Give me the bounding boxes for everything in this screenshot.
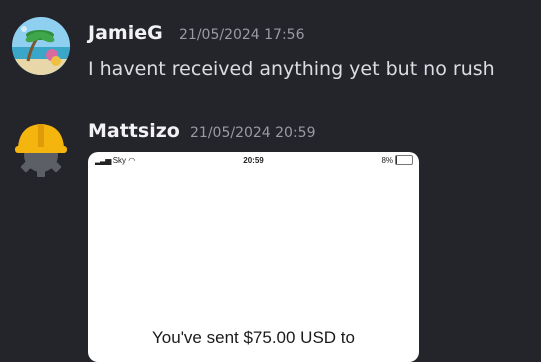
- battery-icon: [395, 155, 413, 165]
- message-text: I havent received anything yet but no ru…: [88, 58, 495, 80]
- avatar-mattsizo[interactable]: [12, 117, 70, 177]
- username[interactable]: Mattsizo: [88, 120, 180, 142]
- status-time: 20:59: [243, 156, 264, 165]
- screenshot-attachment[interactable]: ▂▃▅ Sky ◠ 20:59 8% You've sent $75.00 US…: [88, 152, 419, 362]
- avatar-jamieg[interactable]: [12, 17, 70, 75]
- battery-percent: 8%: [381, 156, 393, 165]
- tropical-beach-avatar-image: [12, 17, 70, 75]
- payment-sent-text: You've sent $75.00 USD to: [152, 328, 355, 347]
- timestamp: 21/05/2024 17:56: [179, 27, 305, 43]
- timestamp: 21/05/2024 20:59: [190, 125, 316, 141]
- username[interactable]: JamieG: [88, 22, 163, 44]
- phone-status-bar: ▂▃▅ Sky ◠ 20:59 8%: [88, 152, 419, 170]
- battery-fill: [396, 156, 398, 164]
- hardhat-gear-avatar-icon: [15, 124, 67, 177]
